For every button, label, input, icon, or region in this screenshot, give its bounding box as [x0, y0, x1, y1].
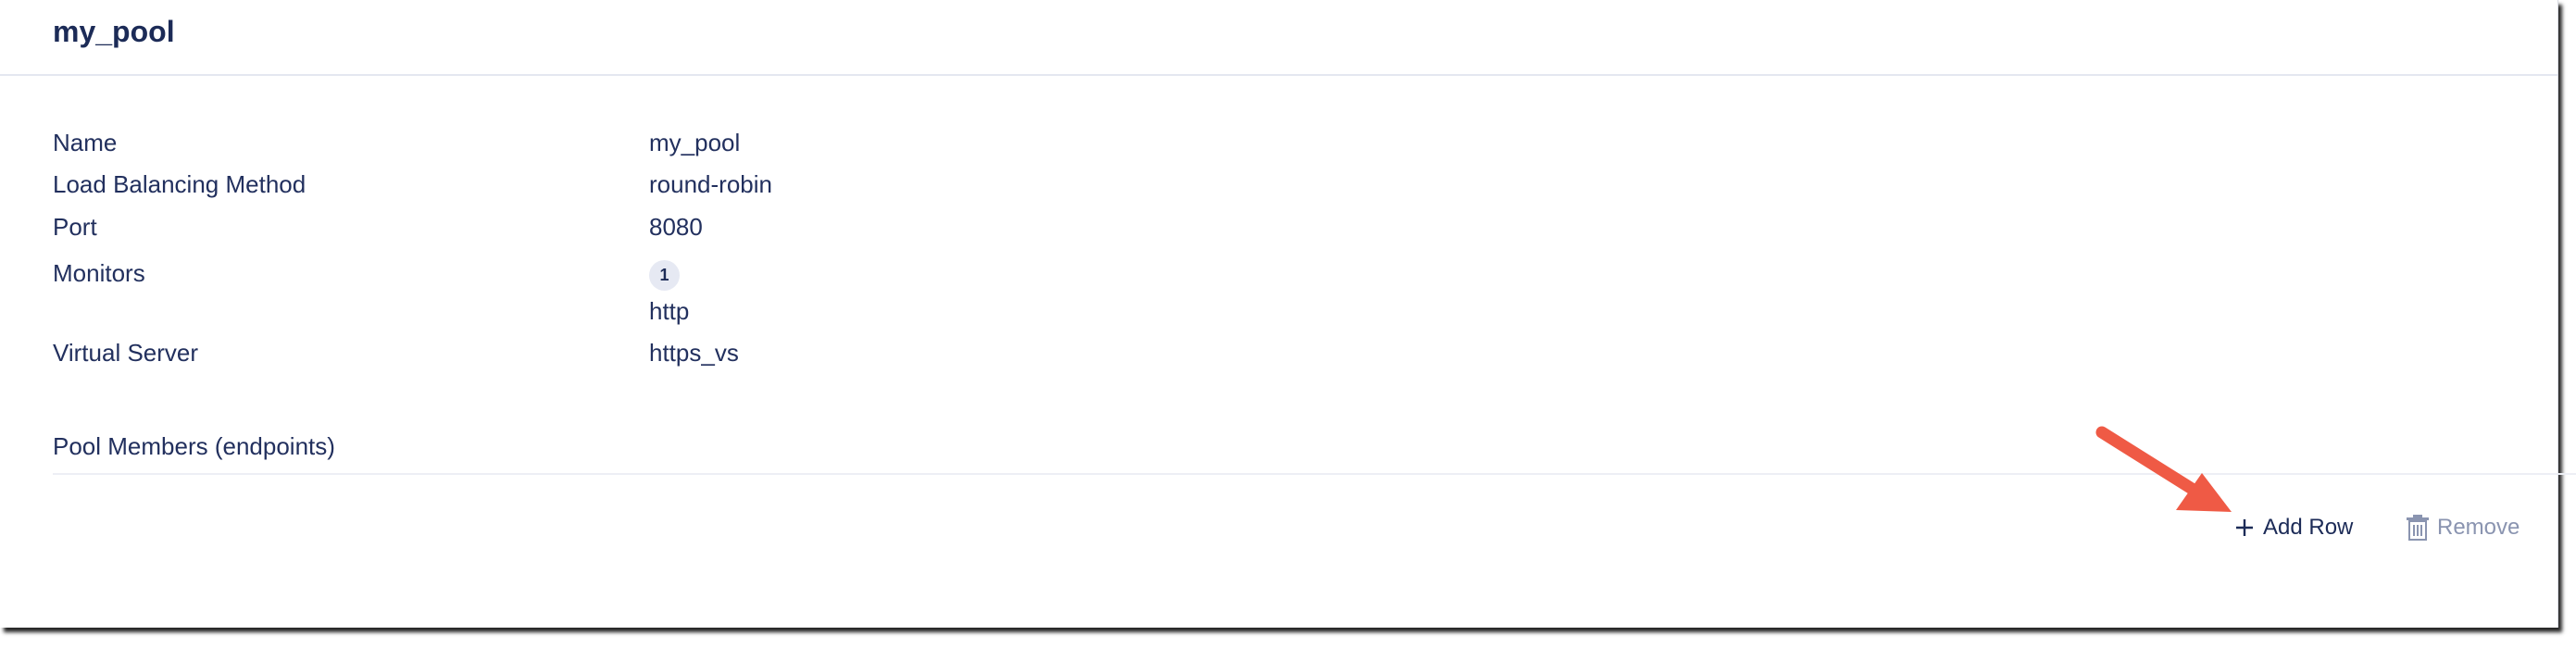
pool-detail-panel: my_pool Name my_pool Load Balancing Meth…: [0, 0, 2576, 628]
add-row-button[interactable]: Add Row: [2233, 511, 2353, 544]
name-value: my_pool: [649, 129, 741, 156]
remove-button[interactable]: Remove: [2406, 511, 2520, 544]
add-row-label: Add Row: [2263, 515, 2354, 540]
monitors-value[interactable]: http: [649, 297, 689, 326]
name-label: Name: [53, 129, 118, 156]
monitors-label: Monitors: [53, 259, 145, 287]
trash-icon: [2407, 515, 2429, 541]
plus-icon: [2236, 519, 2253, 536]
load-balancing-label: Load Balancing Method: [53, 170, 306, 198]
port-label: Port: [53, 213, 97, 241]
monitors-count-badge: 1: [649, 260, 680, 291]
annotation-arrow-icon: [2095, 426, 2232, 512]
load-balancing-value: round-robin: [649, 170, 772, 198]
panel-title: my_pool: [53, 15, 175, 48]
virtual-server-label: Virtual Server: [53, 339, 199, 367]
virtual-server-value[interactable]: https_vs: [649, 339, 739, 368]
panel-header: my_pool: [0, 0, 2557, 76]
port-value: 8080: [649, 213, 703, 241]
remove-label: Remove: [2437, 515, 2520, 540]
pool-members-title: Pool Members (endpoints): [53, 432, 335, 460]
